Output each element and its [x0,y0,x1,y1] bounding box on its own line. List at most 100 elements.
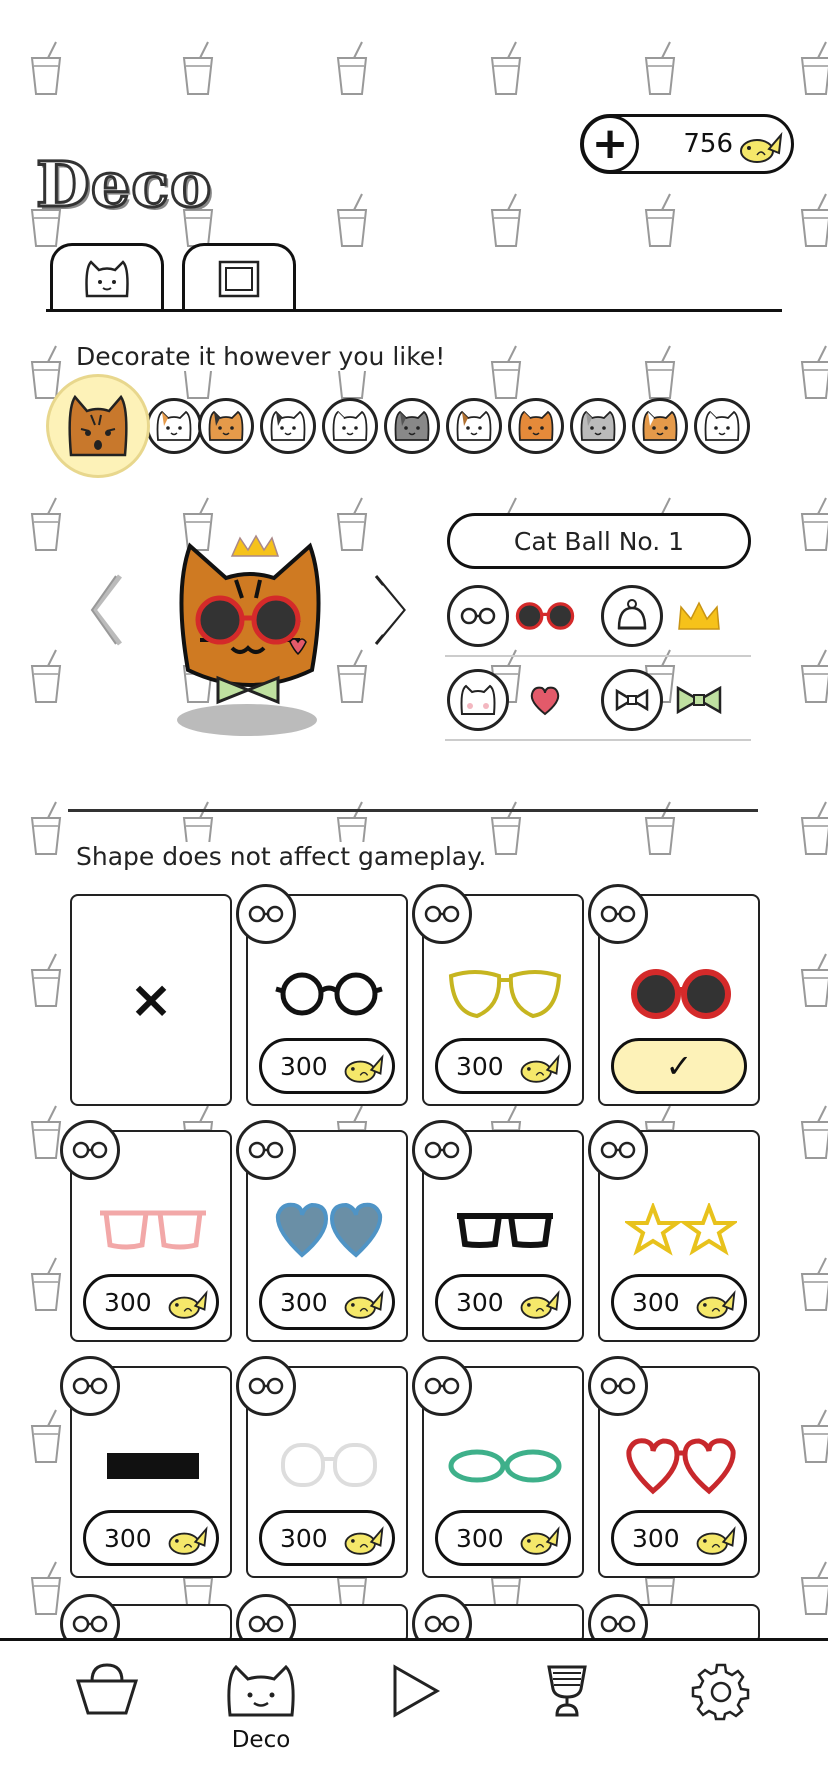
heart-icon [515,675,575,725]
buy-button[interactable]: 300 [259,1038,395,1094]
cat-selector-item[interactable] [198,398,254,454]
fish-coin-icon [520,1290,560,1319]
fish-coin-icon [696,1290,736,1319]
cup-pattern-icon [796,192,828,248]
nav-play[interactable] [370,1661,460,1781]
cat-selector-item[interactable] [384,398,440,454]
cup-pattern-icon [332,192,372,248]
cat-selector-item[interactable] [146,398,202,454]
green-oval-glasses-icon [435,1426,575,1506]
chevron-left-icon[interactable] [88,572,128,648]
check-icon: ✓ [665,1047,693,1085]
nav-deco[interactable]: Deco [216,1661,306,1781]
page-title: Deco [34,147,213,223]
cat-name-field[interactable]: Cat Ball No. 1 [447,513,751,569]
glasses-category-badge [588,884,648,944]
shop-item-card[interactable]: 300 [60,1356,232,1578]
bowtie-slot-icon[interactable] [601,669,663,731]
cat-face-icon [704,410,740,441]
shop-item-card[interactable]: × [70,894,232,1106]
hat-slot-icon[interactable] [601,585,663,647]
cat-selector-item[interactable] [446,398,502,454]
price-label: 300 [280,1523,328,1553]
glasses-slot-icon [248,1377,284,1395]
cat-selector-selected[interactable] [46,374,150,478]
decorated-cat-preview [177,534,321,736]
coin-counter: + 756 [580,114,794,174]
fish-coin-icon [520,1526,560,1555]
shop-item-card[interactable]: 300 [412,1356,584,1578]
tab-frames[interactable] [182,243,296,311]
shopping-basket-icon [75,1663,139,1715]
tabby-cat-icon [68,394,128,457]
glasses-slot-icon [424,905,460,923]
white-glasses-icon [259,1426,399,1506]
equipped-button[interactable]: ✓ [611,1038,747,1094]
chevron-right-icon[interactable] [370,572,410,648]
cat-selector-strip [46,372,786,478]
shop-item-card[interactable]: 300 [236,1356,408,1578]
add-coins-button[interactable]: + [581,115,639,173]
buy-button[interactable]: 300 [435,1510,571,1566]
shop-hint: Shape does not affect gameplay. [76,842,487,871]
cat-face-icon [642,410,678,441]
shop-item-card[interactable]: 300 [588,1120,760,1342]
equip-row-1 [445,575,751,657]
cat-selector-item[interactable] [570,398,626,454]
gear-icon [691,1663,750,1721]
cup-pattern-icon [332,40,372,96]
shop-item-card[interactable]: 300 [412,884,584,1106]
glasses-slot-icon [424,1615,460,1633]
glasses-category-badge [412,884,472,944]
buy-button[interactable]: 300 [435,1274,571,1330]
cup-pattern-icon [796,1560,828,1616]
glasses-category-badge [588,1120,648,1180]
cup-pattern-icon [796,40,828,96]
shop-item-card[interactable]: 300 [236,1120,408,1342]
play-icon [393,1664,441,1718]
cat-face-icon [456,410,492,441]
face-slot-icon[interactable] [447,669,509,731]
cat-face-icon [208,410,244,441]
cup-pattern-icon [796,1408,828,1464]
star-glasses-icon [611,1190,751,1270]
cup-pattern-icon [796,1104,828,1160]
nav-shop[interactable] [62,1661,152,1781]
shop-item-card[interactable]: ✓ [588,884,760,1106]
price-label: 300 [456,1051,504,1081]
buy-button[interactable]: 300 [435,1038,571,1094]
cup-pattern-icon [796,648,828,704]
cat-selector-item[interactable] [632,398,688,454]
fish-coin-icon [344,1054,384,1083]
glasses-slot-icon [600,1377,636,1395]
cat-selector-item[interactable] [694,398,750,454]
price-label: 300 [632,1287,680,1317]
buy-button[interactable]: 300 [611,1274,747,1330]
glasses-slot-icon [424,1377,460,1395]
glasses-slot-icon [424,1141,460,1159]
shop-item-card[interactable]: 300 [588,1356,760,1578]
cat-selector-item[interactable] [322,398,378,454]
nav-trophy[interactable] [522,1661,612,1781]
glasses-slot-icon[interactable] [447,585,509,647]
cat-selector-item[interactable] [508,398,564,454]
red-glasses-icon [515,591,575,641]
cup-pattern-icon [26,496,66,552]
shop-item-card[interactable]: 300 [60,1120,232,1342]
cup-pattern-icon [26,800,66,856]
cup-pattern-icon [178,40,218,96]
nav-settings[interactable] [676,1661,766,1781]
buy-button[interactable]: 300 [83,1274,219,1330]
buy-button[interactable]: 300 [83,1510,219,1566]
cup-pattern-icon [796,344,828,400]
shop-item-card[interactable]: 300 [412,1120,584,1342]
buy-button[interactable]: 300 [259,1274,395,1330]
buy-button[interactable]: 300 [611,1510,747,1566]
buy-button[interactable]: 300 [259,1510,395,1566]
shop-item-card[interactable]: 300 [236,884,408,1106]
tab-cats[interactable] [50,243,164,311]
cat-selector-item[interactable] [260,398,316,454]
cup-pattern-icon [486,40,526,96]
glasses-slot-icon [248,1615,284,1633]
cup-pattern-icon [26,1408,66,1464]
